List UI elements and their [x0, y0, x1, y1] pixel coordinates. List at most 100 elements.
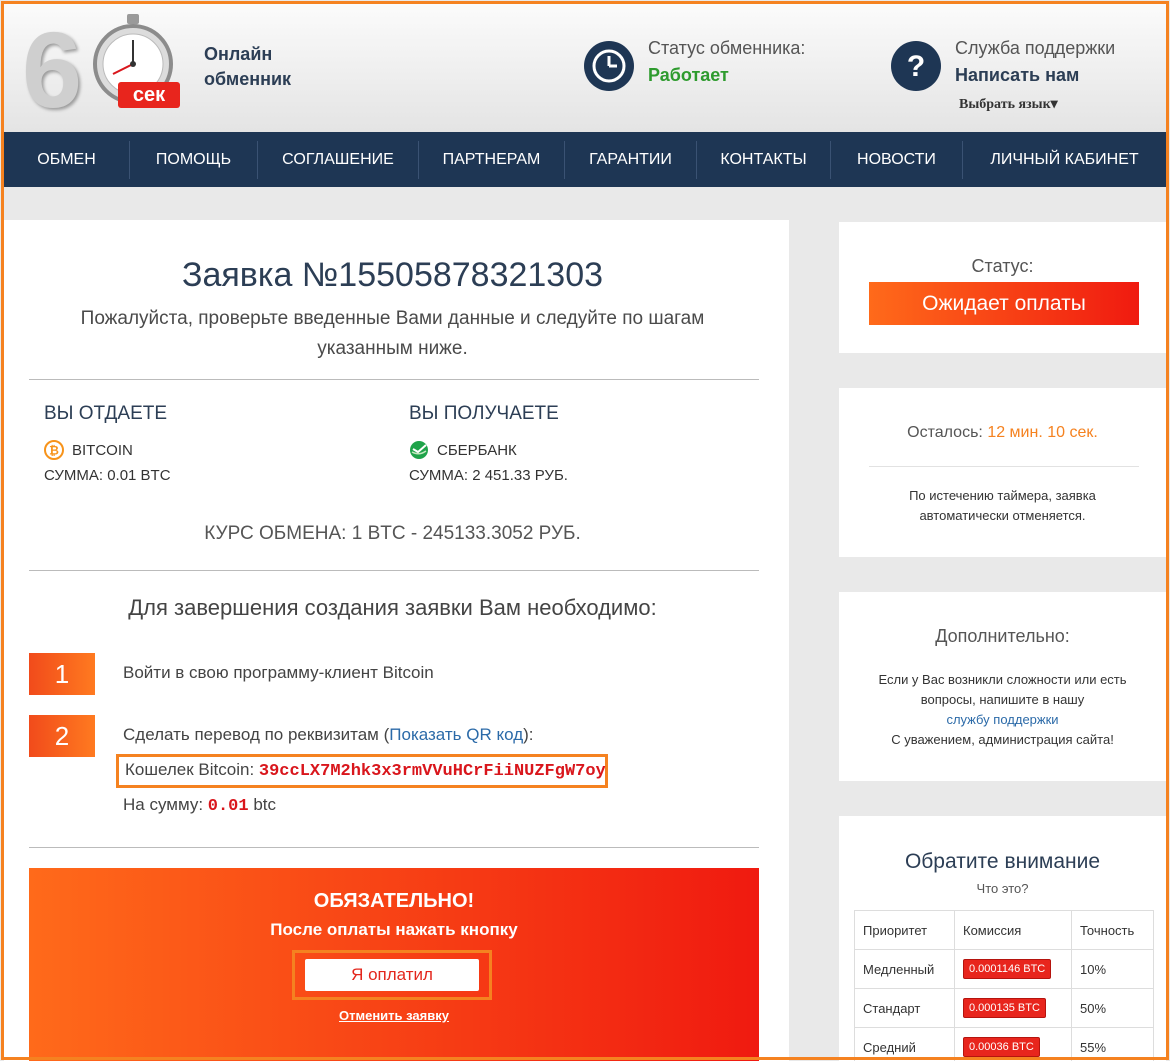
site-logo[interactable]: 6 сек — [16, 6, 186, 124]
fee-badge: 0.00036 BTC — [963, 1037, 1040, 1057]
divider — [29, 847, 759, 848]
column-header: Комиссия — [954, 910, 1072, 950]
logo-badge: сек — [118, 82, 180, 108]
priority-cell: Медленный — [854, 949, 955, 989]
give-heading: ВЫ ОТДАЕТЕ — [44, 403, 168, 424]
extra-info-card: Дополнительно: Если у Вас возникли сложн… — [839, 592, 1166, 781]
priority-cell: Средний — [854, 1027, 955, 1061]
accuracy-cell: 50% — [1071, 988, 1154, 1028]
column-header: Точность — [1071, 910, 1154, 950]
extra-line-1: Если у Вас возникли сложности или есть — [878, 672, 1127, 687]
step-2-text-after: ): — [523, 725, 534, 744]
get-currency-label: СБЕРБАНК — [437, 441, 517, 459]
step-2-text-before: Сделать перевод по реквизитам ( — [123, 725, 390, 744]
clock-icon — [584, 41, 634, 91]
language-select[interactable]: Выбрать язык▾ — [959, 96, 1058, 113]
amount-value: 0.01 — [207, 797, 249, 816]
divider — [29, 570, 759, 571]
status-card: Статус: Ожидает оплаты — [839, 222, 1166, 353]
svg-text:?: ? — [907, 50, 925, 83]
wallet-label: Кошелек Bitcoin: — [125, 760, 259, 779]
give-currency: ₿ BITCOIN — [44, 440, 133, 460]
order-title: Заявка №15505878321303 — [181, 256, 604, 294]
site-header: 6 сек Онлайн обменник Статус обменника: … — [4, 4, 1166, 132]
main-nav: ОБМЕН ПОМОЩЬ СОГЛАШЕНИЕ ПАРТНЕРАМ ГАРАНТ… — [4, 132, 1166, 187]
wallet-address-box[interactable]: Кошелек Bitcoin: 39ccLX7M2hk3x3rmVVuHCrF… — [116, 754, 608, 788]
fee-table: Приоритет Комиссия Точность Медленный 0.… — [854, 910, 1154, 1061]
timer-card: Осталось: 12 мин. 10 сек. По истечению т… — [839, 388, 1166, 557]
priority-cell: Стандарт — [854, 988, 955, 1028]
cancel-order-link[interactable]: Отменить заявку — [29, 1008, 759, 1023]
step-1-number: 1 — [29, 653, 95, 695]
table-row[interactable]: Средний 0.00036 BTC 55% — [854, 1027, 1154, 1061]
brand-line-2: обменник — [204, 69, 292, 89]
brand-line-1: Онлайн — [204, 44, 273, 64]
amount-line: На сумму: 0.01 btc — [123, 795, 276, 816]
nav-news[interactable]: НОВОСТИ — [831, 140, 963, 179]
status-badge: Ожидает оплаты — [869, 282, 1139, 325]
exchanger-status-label: Статус обменника: — [648, 38, 806, 58]
extra-text: Если у Вас возникли сложности или есть в… — [859, 670, 1146, 750]
extra-line-2: вопросы, напишите в нашу — [920, 692, 1085, 707]
paid-button[interactable]: Я оплатил — [305, 959, 479, 991]
give-currency-label: BITCOIN — [72, 441, 133, 459]
status-card-label: Статус: — [971, 256, 1034, 276]
timer-note: По истечению таймера, заявка автоматичес… — [859, 486, 1146, 526]
paid-button-highlight: Я оплатил — [292, 950, 492, 1000]
divider — [29, 379, 759, 380]
table-row[interactable]: Медленный 0.0001146 BTC 10% — [854, 949, 1154, 989]
step-2-text: Сделать перевод по реквизитам (Показать … — [123, 725, 534, 745]
support-label: Служба поддержки — [955, 38, 1116, 58]
fee-cell: 0.0001146 BTC — [954, 949, 1072, 989]
nav-help[interactable]: ПОМОЩЬ — [130, 140, 258, 179]
step-1-text: Войти в свою программу-клиент Bitcoin — [123, 663, 434, 682]
give-sum: СУММА: 0.01 BTC — [44, 467, 171, 484]
logo-number: 6 — [22, 9, 83, 130]
steps-heading: Для завершения создания заявки Вам необх… — [128, 595, 657, 620]
notice-heading: Обратите внимание — [904, 850, 1101, 873]
svg-text:₿: ₿ — [49, 444, 59, 458]
nav-contacts[interactable]: КОНТАКТЫ — [697, 140, 831, 179]
timer-note-line-2: автоматически отменяется. — [919, 508, 1086, 523]
divider — [869, 466, 1139, 467]
timer-value: 12 мин. 10 сек. — [987, 424, 1098, 441]
extra-heading: Дополнительно: — [935, 626, 1070, 646]
support-link[interactable]: Написать нам — [955, 65, 1079, 86]
accuracy-cell: 10% — [1071, 949, 1154, 989]
amount-unit: btc — [248, 795, 276, 814]
mandatory-subtext: После оплаты нажать кнопку — [270, 920, 518, 939]
wallet-address[interactable]: 39ccLX7M2hk3x3rmVVuHCrFiiNUZFgW7oy — [259, 762, 606, 781]
nav-account[interactable]: ЛИЧНЫЙ КАБИНЕТ — [963, 141, 1166, 179]
table-row[interactable]: Стандарт 0.000135 BTC 50% — [854, 988, 1154, 1028]
mandatory-heading: ОБЯЗАТЕЛЬНО! — [313, 890, 475, 912]
help-icon: ? — [891, 41, 941, 91]
fee-cell: 0.000135 BTC — [954, 988, 1072, 1028]
table-header-row: Приоритет Комиссия Точность — [854, 910, 1154, 950]
nav-partners[interactable]: ПАРТНЕРАМ — [419, 140, 565, 179]
amount-label: На сумму: — [123, 795, 208, 814]
column-header: Приоритет — [854, 910, 955, 950]
get-sum: СУММА: 2 451.33 РУБ. — [409, 467, 568, 484]
step-2-number: 2 — [29, 715, 95, 757]
nav-agreement[interactable]: СОГЛАШЕНИЕ — [258, 140, 419, 179]
payment-confirm-block: ОБЯЗАТЕЛЬНО! После оплаты нажать кнопку … — [29, 868, 759, 1061]
sberbank-icon — [410, 441, 428, 459]
order-subtitle: Пожалуйста, проверьте введенные Вами дан… — [80, 308, 705, 359]
what-is-it-link[interactable]: Что это? — [839, 881, 1166, 896]
timer-note-line-1: По истечению таймера, заявка — [909, 488, 1096, 503]
nav-guarantees[interactable]: ГАРАНТИИ — [565, 140, 697, 179]
extra-line-3: С уважением, администрация сайта! — [891, 732, 1114, 747]
timer-line: Осталось: 12 мин. 10 сек. — [839, 424, 1166, 442]
accuracy-cell: 55% — [1071, 1027, 1154, 1061]
nav-exchange[interactable]: ОБМЕН — [4, 140, 130, 179]
bitcoin-icon: ₿ — [44, 440, 64, 460]
exchanger-status-value: Работает — [648, 65, 729, 85]
fee-badge: 0.0001146 BTC — [963, 959, 1052, 979]
brand-name: Онлайн обменник — [204, 42, 291, 92]
support-service-link[interactable]: службу поддержки — [859, 710, 1146, 730]
show-qr-link[interactable]: Показать QR код — [389, 725, 523, 744]
get-heading: ВЫ ПОЛУЧАЕТЕ — [409, 403, 559, 424]
exchange-rate: КУРС ОБМЕНА: 1 BTC - 245133.3052 РУБ. — [204, 523, 581, 544]
fee-cell: 0.00036 BTC — [954, 1027, 1072, 1061]
timer-label: Осталось: — [907, 424, 988, 441]
